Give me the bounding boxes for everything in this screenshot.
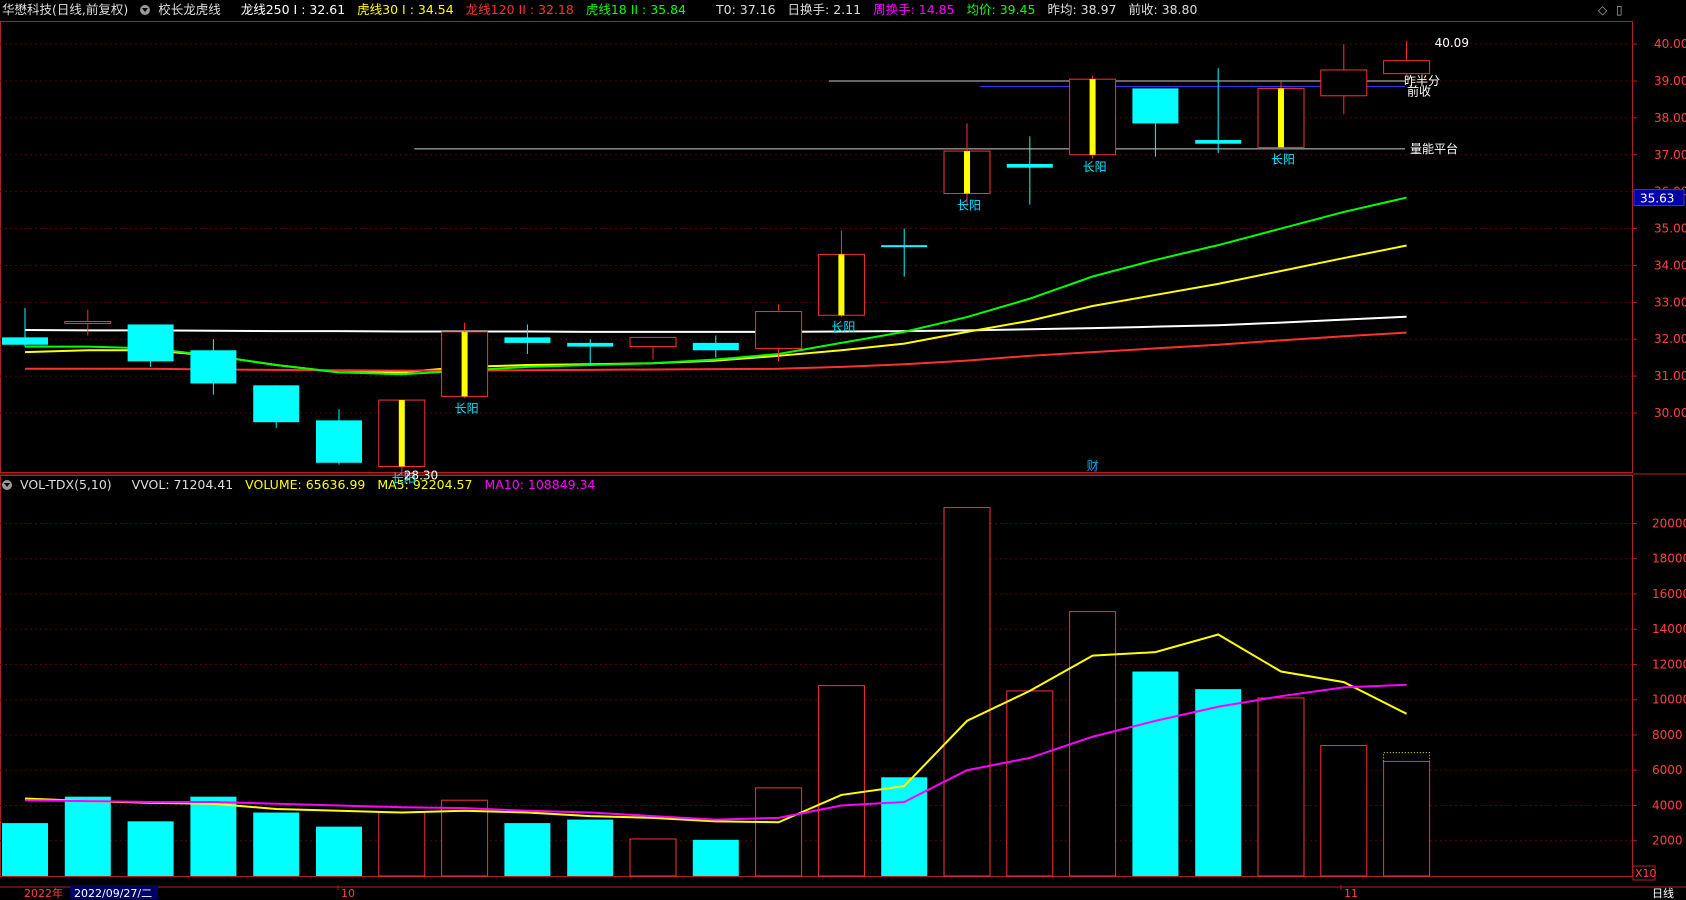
volume-bar [755, 787, 803, 877]
zoom-label: X10 [1635, 867, 1657, 880]
volume-tick-label: 6000 [1652, 763, 1683, 777]
volume-bar [1069, 611, 1117, 877]
ref-label-prev-close: 前收 [1407, 83, 1431, 98]
finance-marker: 财 [1087, 459, 1099, 473]
candle-body [1383, 60, 1431, 75]
long-yang-bar [398, 400, 405, 467]
candle-body [1320, 69, 1368, 97]
volume-bar [2, 823, 48, 876]
volume-bar [629, 838, 677, 877]
candle-body [190, 350, 237, 384]
volume-tick-label: 18000 [1652, 552, 1686, 566]
price-tick-label: 34.00 [1654, 258, 1686, 272]
volume-tick-label: 14000 [1652, 622, 1686, 636]
volume-bar [1132, 671, 1179, 876]
period-label: 日线 [1652, 886, 1674, 900]
candle-body [2, 337, 48, 345]
volume-bar [127, 821, 174, 876]
candle-body [692, 342, 739, 351]
long-yang-label: 长阳 [831, 320, 855, 334]
volume-bar [1320, 745, 1368, 877]
long-yang-bar [964, 151, 970, 194]
volume-tick-label: 20000 [1652, 516, 1686, 530]
long-yang-label: 长阳 [957, 199, 981, 213]
long-yang-label: 长阳 [1083, 160, 1107, 174]
candle-body [127, 324, 174, 362]
ma-line [24, 315, 1407, 333]
volume-bar [253, 812, 300, 876]
volume-estimate [1383, 752, 1431, 762]
candle-body [504, 337, 551, 343]
candle-body [567, 342, 614, 347]
month-label: 10 [341, 887, 355, 900]
price-tick-label: 39.00 [1654, 74, 1686, 88]
month-label: 11 [1344, 887, 1358, 900]
volume-bar [378, 812, 426, 877]
candle-body [316, 420, 362, 463]
volume-bar [881, 777, 928, 876]
candle-body [881, 245, 928, 248]
date-label: 2022/09/27/二 [74, 887, 152, 900]
candle-body [1006, 164, 1053, 168]
current-price-label: 35.63 [1640, 192, 1674, 206]
chart-canvas[interactable]: 30.0031.0032.0033.0034.0035.0036.0037.00… [0, 0, 1686, 900]
price-tick-label: 37.00 [1654, 148, 1686, 162]
volume-bar [504, 823, 551, 876]
candle-body [755, 311, 803, 349]
volume-tick-label: 8000 [1652, 728, 1683, 742]
volume-tick-label: 12000 [1652, 657, 1686, 671]
price-tick-label: 40.00 [1654, 37, 1686, 51]
stock-chart-window: { "header": { "title": "华懋科技(日线,前复权)", "… [0, 0, 1686, 900]
candle-body [253, 385, 300, 423]
candle-body [629, 336, 677, 348]
volume-tick-label: 10000 [1652, 693, 1686, 707]
ref-label-volume-platform: 量能平台 [1410, 141, 1458, 156]
year-label: 2022年 [24, 886, 63, 900]
volume-bar [1257, 697, 1305, 877]
candle-body [64, 321, 112, 325]
high-price-label: 40.09 [1435, 36, 1469, 50]
price-tick-label: 33.00 [1654, 295, 1686, 309]
volume-bar [567, 819, 614, 876]
volume-bar [1195, 689, 1242, 876]
volume-bar [316, 826, 362, 876]
candle-body [1132, 88, 1179, 124]
volume-bar [64, 796, 111, 876]
volume-tick-label: 2000 [1652, 834, 1683, 848]
long-yang-label: 长阳 [1271, 152, 1295, 166]
price-panel-frame [0, 21, 1633, 473]
volume-tick-label: 16000 [1652, 587, 1686, 601]
volume-bar [1383, 760, 1431, 877]
long-yang-bar [1278, 88, 1284, 148]
price-tick-label: 35.00 [1654, 222, 1686, 236]
volume-bar [817, 685, 865, 877]
price-tick-label: 31.00 [1654, 369, 1686, 383]
long-yang-label: 长阳 [455, 401, 479, 415]
long-yang-bar [1089, 79, 1096, 155]
price-tick-label: 30.00 [1654, 406, 1686, 420]
volume-bar [692, 839, 739, 876]
volume-bar [190, 796, 237, 876]
long-yang-bar [461, 331, 468, 397]
long-yang-bar [838, 254, 845, 316]
low-price-label: 28.30 [404, 469, 438, 483]
volume-bar [1006, 690, 1054, 877]
candle-body [1195, 140, 1242, 144]
volume-tick-label: 4000 [1652, 798, 1683, 812]
price-tick-label: 38.00 [1654, 111, 1686, 125]
volume-bar [943, 507, 991, 877]
price-tick-label: 32.00 [1654, 332, 1686, 346]
